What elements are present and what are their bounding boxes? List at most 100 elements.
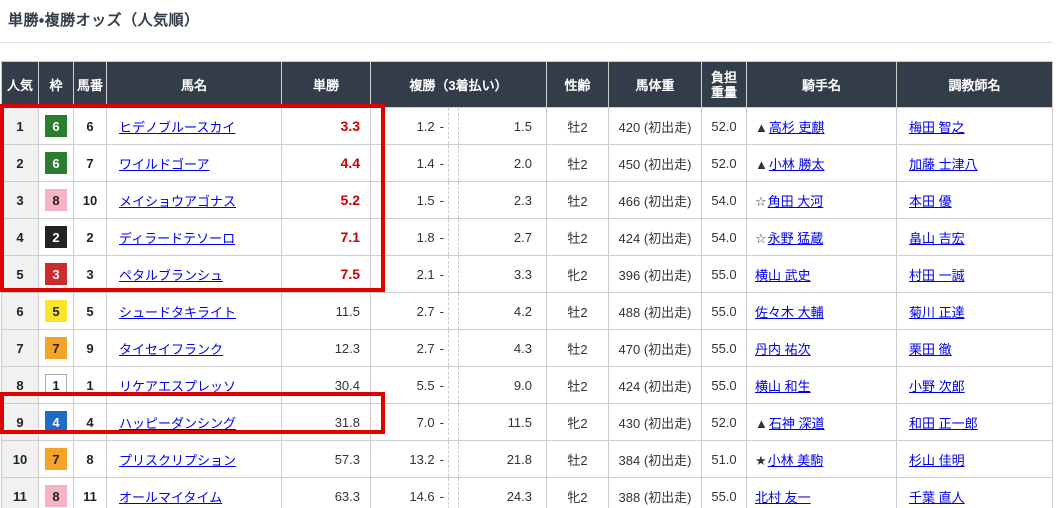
jockey-name-link[interactable]: 佐々木 大輔 <box>755 305 824 320</box>
frame-cell: 6 <box>39 108 74 145</box>
horse-number-cell: 1 <box>74 367 107 404</box>
jockey-name-link[interactable]: 北村 友一 <box>755 490 811 505</box>
place-odds-high: 11.5 <box>459 404 546 440</box>
odds-page: 単勝・複勝オッズ（人気順） 人気 枠 馬番 馬名 単勝 複勝（3着払い） 性齢 … <box>0 0 1061 508</box>
jockey-name-link[interactable]: 角田 大河 <box>768 194 824 209</box>
rank-cell: 1 <box>2 108 39 145</box>
trainer-name-link[interactable]: 村田 一誠 <box>909 268 965 283</box>
jockey-cell: 横山 武史 <box>747 256 897 293</box>
jockey-cell: ☆角田 大河 <box>747 182 897 219</box>
page-title: 単勝・複勝オッズ（人気順） <box>0 0 1061 30</box>
sex-age-cell: 牝2 <box>547 478 609 508</box>
win-odds-cell: 31.8 <box>282 404 371 441</box>
place-odds-low: 14.6 - <box>371 478 448 508</box>
trainer-name-link[interactable]: 菊川 正達 <box>909 305 965 320</box>
trainer-name-link[interactable]: 千葉 直人 <box>909 490 965 505</box>
load-weight-cell: 51.0 <box>702 441 747 478</box>
frame-number-badge: 3 <box>45 263 67 285</box>
horse-name-link[interactable]: メイショウアゴナス <box>119 194 236 209</box>
odds-table-body: 1 6 6 ヒデノブルースカイ 3.3 1.2 - 1.5 牡2 420 (初出… <box>2 108 1053 508</box>
win-odds-cell: 12.3 <box>282 330 371 367</box>
header-number: 馬番 <box>74 62 107 108</box>
jockey-name-link[interactable]: 小林 勝太 <box>769 157 825 172</box>
trainer-name-link[interactable]: 杉山 佳明 <box>909 453 965 468</box>
sex-age-cell: 牡2 <box>547 330 609 367</box>
jockey-name-link[interactable]: 高杉 吏麒 <box>769 120 825 135</box>
trainer-cell: 小野 次郎 <box>897 367 1053 404</box>
jockey-name-link[interactable]: 丹内 祐次 <box>755 342 811 357</box>
horse-number-cell: 3 <box>74 256 107 293</box>
jockey-name-link[interactable]: 横山 和生 <box>755 379 811 394</box>
horse-name-link[interactable]: ワイルドゴーア <box>119 157 209 172</box>
place-odds-low: 7.0 - <box>371 404 448 440</box>
horse-weight-cell: 384 (初出走) <box>609 441 702 478</box>
horse-number-cell: 4 <box>74 404 107 441</box>
jockey-name-link[interactable]: 永野 猛蔵 <box>768 231 824 246</box>
table-row: 2 6 7 ワイルドゴーア 4.4 1.4 - 2.0 牡2 450 (初出走)… <box>2 145 1053 182</box>
trainer-name-link[interactable]: 加藤 士津八 <box>909 157 978 172</box>
horse-name-link[interactable]: ヒデノブルースカイ <box>119 120 235 135</box>
trainer-cell: 千葉 直人 <box>897 478 1053 508</box>
horse-number-cell: 2 <box>74 219 107 256</box>
jockey-name-link[interactable]: 横山 武史 <box>755 268 811 283</box>
header-load: 負担 重量 <box>702 62 747 108</box>
place-odds-low: 1.2 - <box>371 108 448 144</box>
horse-name-cell: シュードタキライト <box>107 293 282 330</box>
horse-number-cell: 8 <box>74 441 107 478</box>
sex-age-cell: 牡2 <box>547 145 609 182</box>
place-odds-cell: 14.6 - 24.3 <box>371 478 547 508</box>
table-row: 3 8 10 メイショウアゴナス 5.2 1.5 - 2.3 牡2 466 (初… <box>2 182 1053 219</box>
trainer-cell: 加藤 士津八 <box>897 145 1053 182</box>
table-row: 9 4 4 ハッピーダンシング 31.8 7.0 - 11.5 牝2 430 (… <box>2 404 1053 441</box>
horse-name-link[interactable]: タイセイフランク <box>119 342 223 357</box>
trainer-name-link[interactable]: 小野 次郎 <box>909 379 965 394</box>
apprentice-mark: ☆ <box>755 231 767 246</box>
horse-number-cell: 9 <box>74 330 107 367</box>
frame-number-badge: 1 <box>45 374 67 396</box>
place-odds-cell: 2.7 - 4.3 <box>371 330 547 367</box>
place-odds-high: 1.5 <box>459 108 546 144</box>
apprentice-mark: ▲ <box>755 416 768 431</box>
horse-name-link[interactable]: プリスクリプション <box>119 453 236 468</box>
horse-name-link[interactable]: ペタルブランシュ <box>119 268 223 283</box>
place-odds-separator: - <box>440 341 444 356</box>
horse-name-link[interactable]: ハッピーダンシング <box>119 416 236 431</box>
place-odds-cell: 13.2 - 21.8 <box>371 441 547 478</box>
frame-cell: 7 <box>39 441 74 478</box>
sex-age-cell: 牡2 <box>547 367 609 404</box>
trainer-name-link[interactable]: 和田 正一郎 <box>909 416 978 431</box>
place-odds-high: 24.3 <box>459 478 546 508</box>
load-weight-cell: 55.0 <box>702 256 747 293</box>
win-odds-cell: 30.4 <box>282 367 371 404</box>
jockey-name-link[interactable]: 石神 深道 <box>769 416 825 431</box>
horse-weight-cell: 424 (初出走) <box>609 367 702 404</box>
horse-number-cell: 6 <box>74 108 107 145</box>
trainer-name-link[interactable]: 栗田 徹 <box>909 342 952 357</box>
rank-cell: 11 <box>2 478 39 508</box>
apprentice-mark: ★ <box>755 453 767 468</box>
table-row: 10 7 8 プリスクリプション 57.3 13.2 - 21.8 牡2 384… <box>2 441 1053 478</box>
trainer-name-link[interactable]: 本田 優 <box>909 194 952 209</box>
load-weight-cell: 55.0 <box>702 367 747 404</box>
place-odds-cell: 1.4 - 2.0 <box>371 145 547 182</box>
title-divider <box>0 42 1053 43</box>
horse-name-link[interactable]: リケアエスプレッソ <box>119 379 236 394</box>
place-odds-cell: 1.5 - 2.3 <box>371 182 547 219</box>
win-odds-cell: 7.5 <box>282 256 371 293</box>
place-odds-low: 1.4 - <box>371 145 448 181</box>
trainer-name-link[interactable]: 梅田 智之 <box>909 120 965 135</box>
trainer-cell: 菊川 正達 <box>897 293 1053 330</box>
frame-number-badge: 7 <box>45 448 67 470</box>
horse-name-cell: オールマイタイム <box>107 478 282 508</box>
jockey-name-link[interactable]: 小林 美駒 <box>768 453 824 468</box>
frame-number-badge: 6 <box>45 152 67 174</box>
horse-name-link[interactable]: シュードタキライト <box>119 305 236 320</box>
horse-name-cell: ディラードテソーロ <box>107 219 282 256</box>
horse-name-link[interactable]: オールマイタイム <box>119 490 222 505</box>
horse-name-link[interactable]: ディラードテソーロ <box>119 231 235 246</box>
trainer-name-link[interactable]: 畠山 吉宏 <box>909 231 965 246</box>
rank-cell: 7 <box>2 330 39 367</box>
table-row: 7 7 9 タイセイフランク 12.3 2.7 - 4.3 牡2 470 (初出… <box>2 330 1053 367</box>
header-weight: 馬体重 <box>609 62 702 108</box>
place-odds-high: 2.0 <box>459 145 546 181</box>
